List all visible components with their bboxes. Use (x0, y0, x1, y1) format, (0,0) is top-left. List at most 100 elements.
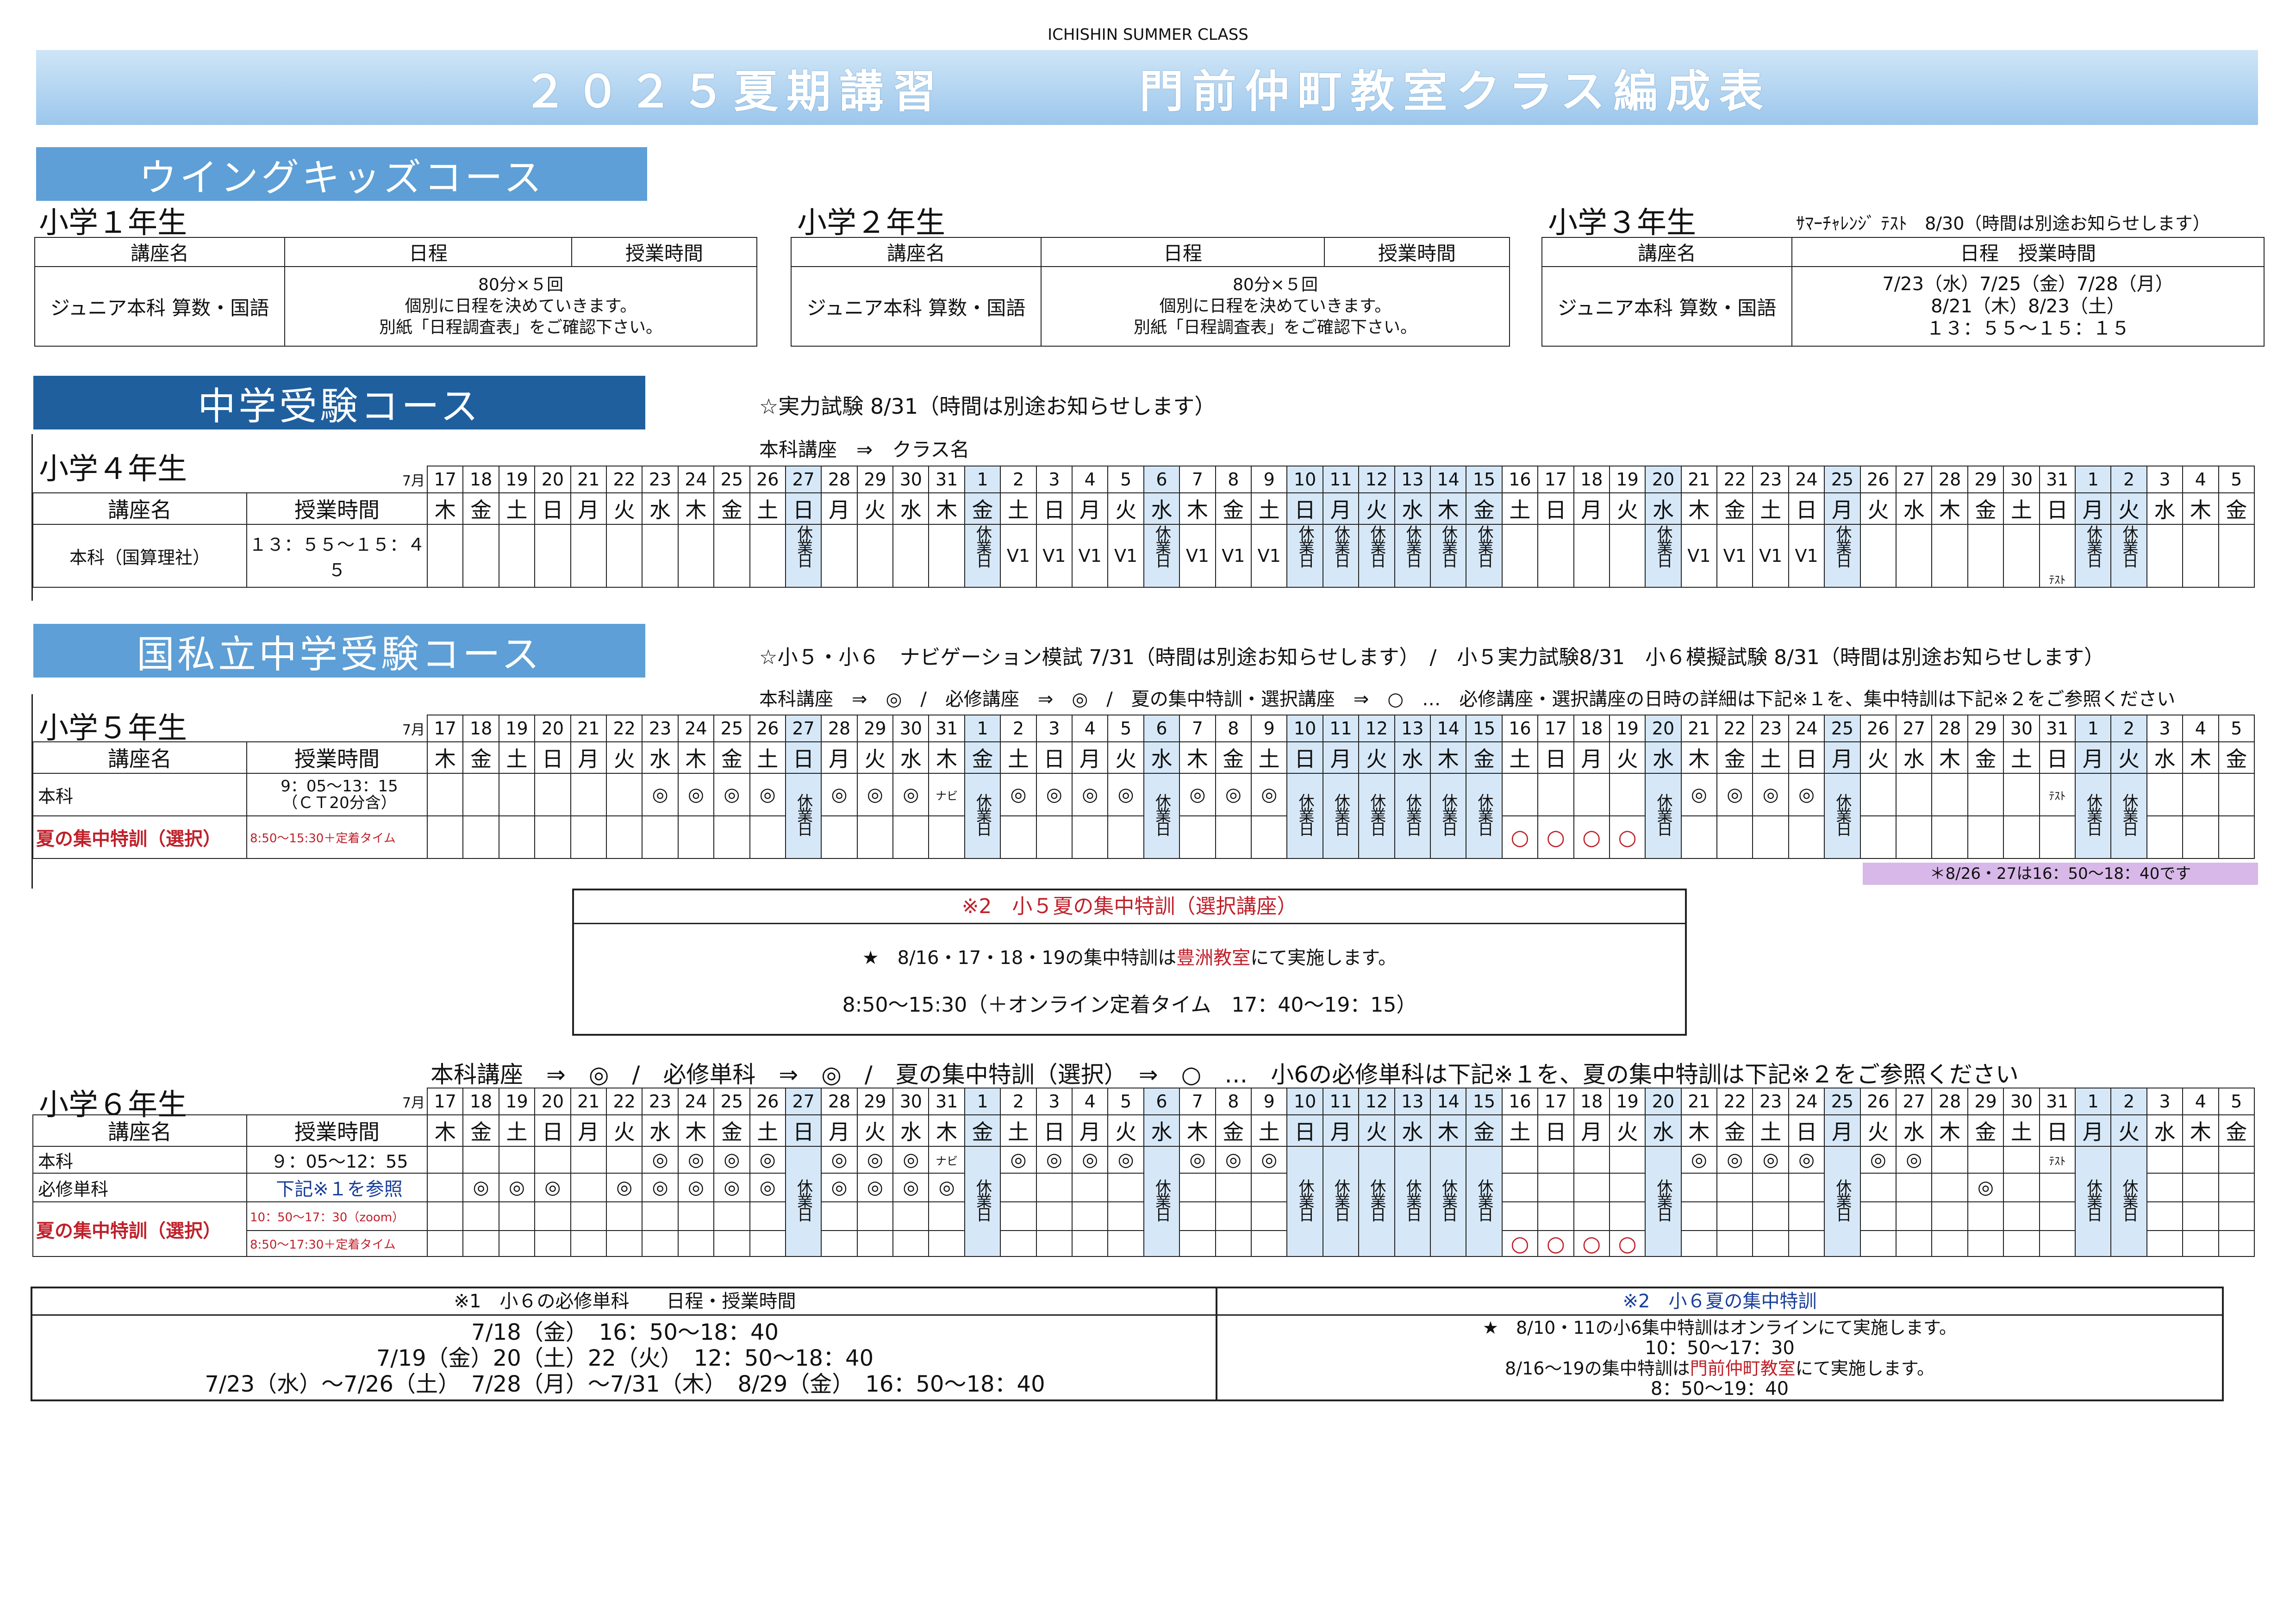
g5-weekday: 木 (1179, 741, 1216, 774)
g6-mark (462, 1201, 499, 1231)
g5-day: 16 (1501, 715, 1539, 742)
g4-weekday: 土 (749, 492, 786, 525)
g6-mark: ◎ (534, 1173, 571, 1202)
g4-day: 4 (2182, 466, 2219, 493)
g5-holiday-label: 休業日 (1331, 793, 1350, 835)
g4-day: 14 (1429, 466, 1467, 493)
g6-mark (1859, 1173, 1897, 1202)
g6-mark: ◎ (821, 1173, 858, 1202)
g4-mark (2182, 524, 2219, 588)
g4-holiday-cell: 休業日 (2074, 524, 2112, 588)
g4-day: 5 (2218, 466, 2255, 493)
g4-mark (1501, 524, 1539, 588)
g6-holiday-cell: 休業日 (1394, 1146, 1431, 1257)
g6-holiday-cell: 休業日 (1143, 1146, 1180, 1257)
g6-weekday: 日 (1788, 1114, 1825, 1147)
g4-holiday-cell: 休業日 (1286, 524, 1323, 588)
g6-day: 13 (1394, 1088, 1431, 1115)
p6b-panel: ※2 小６夏の集中特訓 ★ 8/10・11の小6集中特訓はオンラインにて実施しま… (1216, 1287, 2224, 1401)
g6-weekday: 火 (1609, 1114, 1646, 1147)
g6-mark (2182, 1146, 2219, 1174)
g6-mark (570, 1230, 607, 1257)
g5-weekday: 木 (1680, 741, 1718, 774)
g6-weekday: 木 (1179, 1114, 1216, 1147)
g6-mark: ◎ (1179, 1146, 1216, 1174)
g6-day: 4 (2182, 1088, 2219, 1115)
g6-mark: ○ (1501, 1230, 1539, 1257)
g5-holiday-cell: 休業日 (1466, 773, 1503, 859)
g2-col-schedule: 日程 (1041, 237, 1325, 267)
g5-weekday: 金 (713, 741, 750, 774)
g2-col-time: 授業時間 (1324, 237, 1510, 267)
g1-line1: 80分×５回 (478, 275, 563, 294)
g4-day-row: 7月 17 18 19 20 21 22 23 24 25 26 27 28 29 30 31 1 2 3 4 5 6 7 8… (33, 466, 2255, 493)
g6-holiday-label: 休業日 (973, 1178, 992, 1220)
g6-mark: ◎ (1896, 1146, 1933, 1174)
g4-weekday: 月 (1322, 492, 1360, 525)
g6-mark (1896, 1230, 1933, 1257)
g4-holiday-cell: 休業日 (1143, 524, 1180, 588)
g6-holiday-label: 休業日 (1367, 1178, 1386, 1220)
g5-day: 1 (2074, 715, 2112, 742)
g6-mark (1931, 1173, 1968, 1202)
g4-holiday-label: 休業日 (1367, 525, 1386, 566)
g5-day: 2 (1000, 715, 1037, 742)
g6-mark (605, 1230, 643, 1257)
g6-mark: ◎ (821, 1146, 858, 1174)
g6-day: 20 (1645, 1088, 1682, 1115)
g4-day: 1 (964, 466, 1001, 493)
g5-weekday: 日 (1788, 741, 1825, 774)
g4-weekday: 月 (1072, 492, 1109, 525)
g5-mark (1967, 815, 2004, 859)
p6b-title: ※2 小６夏の集中特訓 (1217, 1288, 2222, 1316)
g4-holiday-label: 休業日 (1475, 525, 1494, 566)
header-caption: ICHISHIN SUMMER CLASS (1048, 25, 1248, 44)
g5-mark (1537, 773, 1574, 816)
g5-holiday-label: 休業日 (1296, 793, 1315, 835)
g5-weekday: 日 (534, 741, 571, 774)
g6-mark (1716, 1173, 1753, 1202)
g6-holiday-cell: 休業日 (1645, 1146, 1682, 1257)
g6-mark (1788, 1230, 1825, 1257)
g5-day: 21 (570, 715, 607, 742)
g6-weekday: 土 (749, 1114, 786, 1147)
g6-mark: ◎ (1072, 1146, 1109, 1174)
g6-holiday-label: 休業日 (1403, 1178, 1422, 1220)
g6-mark: ◎ (1107, 1146, 1144, 1174)
g4-mark (2218, 524, 2255, 588)
g5-holiday-cell: 休業日 (1143, 773, 1180, 859)
g4-day: 17 (1537, 466, 1574, 493)
g4-weekday: 土 (1000, 492, 1037, 525)
g5-day: 13 (1394, 715, 1431, 742)
g6-mark (1609, 1201, 1646, 1231)
g5-mark (2146, 815, 2184, 859)
g5-weekday: 火 (1358, 741, 1395, 774)
g5-weekday: 金 (1967, 741, 2004, 774)
g6-mark: ◎ (713, 1173, 750, 1202)
g5-mark (1896, 815, 1933, 859)
g6-mark (1788, 1201, 1825, 1231)
g5-footnote: ＊8/26・27は16：50〜18：40です (1863, 863, 2258, 885)
g5-day: 20 (534, 715, 571, 742)
g6-mark: ○ (1573, 1230, 1610, 1257)
g6-mark (1215, 1173, 1252, 1202)
g4-weekday: 金 (462, 492, 499, 525)
p6a-panel: ※1 小６の必修単科 日程・授業時間 7/18（金） 16：50〜18：40 7… (31, 1287, 1219, 1401)
g6-weekday: 日 (534, 1114, 571, 1147)
g6-mark (2003, 1201, 2040, 1231)
g4-weekday: 水 (1143, 492, 1180, 525)
g6-holiday-label: 休業日 (1152, 1178, 1171, 1220)
g4-weekday: 木 (1931, 492, 1968, 525)
g6-day: 3 (2146, 1088, 2184, 1115)
g2-desc: 80分×５回 個別に日程を決めていきます。 別紙「日程調査表」をご確認下さい。 (1041, 266, 1510, 347)
g6-holiday-cell: 休業日 (785, 1146, 822, 1257)
g5-weekday: 日 (785, 741, 822, 774)
g4-mark (605, 524, 643, 588)
g5-mark: ﾃｽﾄ (2039, 773, 2076, 816)
g5-mark: ◎ (1072, 773, 1109, 816)
g5-day: 26 (749, 715, 786, 742)
p6b-line3: 8/16〜19の集中特訓は門前仲町教室にて実施します。 (1217, 1358, 2222, 1379)
g6-mark (1859, 1201, 1897, 1231)
g5-weekday: 土 (749, 741, 786, 774)
g4-holiday-label: 休業日 (1403, 525, 1422, 566)
